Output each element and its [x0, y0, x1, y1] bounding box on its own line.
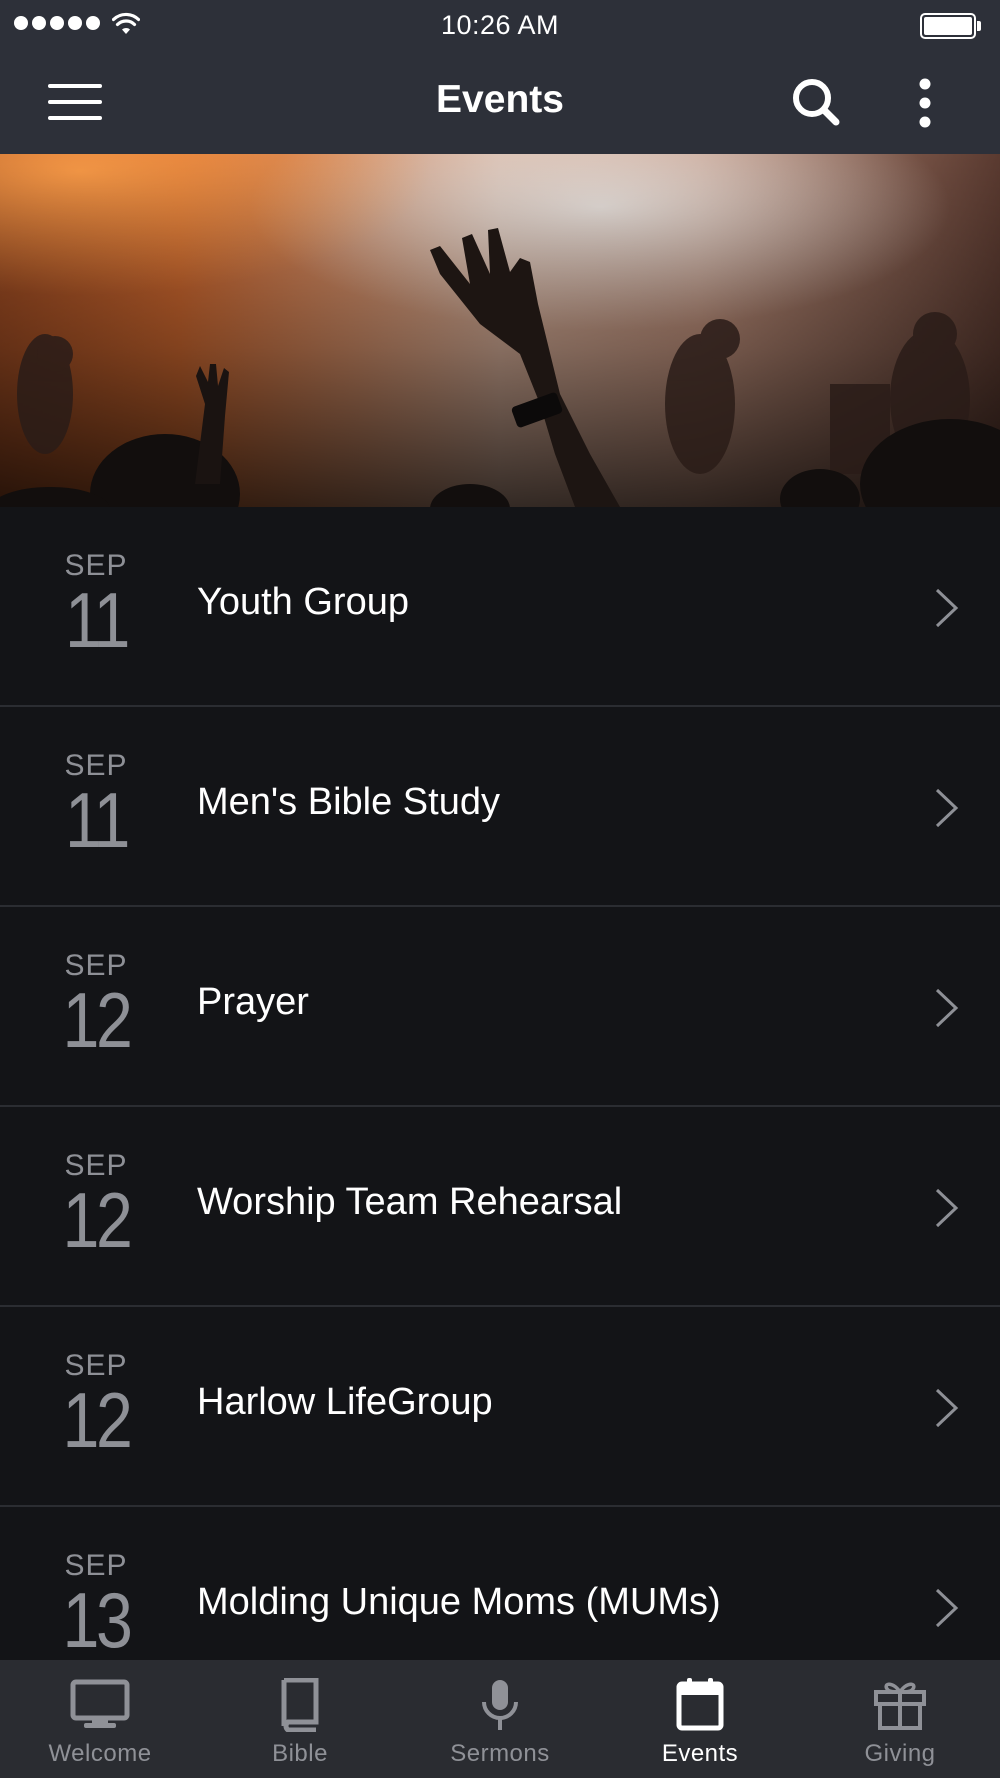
battery-icon — [920, 13, 981, 39]
tab-label: Welcome — [48, 1740, 152, 1767]
event-list-item[interactable]: SEP 12 Worship Team Rehearsal — [0, 1107, 1000, 1307]
monitor-icon — [70, 1679, 130, 1728]
more-options-icon[interactable] — [910, 76, 940, 130]
book-icon — [281, 1678, 319, 1732]
tab-label: Bible — [272, 1740, 328, 1767]
event-title: Worship Team Rehearsal — [197, 1181, 623, 1223]
event-day: 12 — [62, 1176, 133, 1264]
search-icon[interactable] — [790, 76, 842, 128]
chevron-right-icon — [935, 588, 959, 628]
event-day: 13 — [62, 1576, 133, 1664]
tab-giving[interactable]: Giving — [800, 1660, 1000, 1778]
chevron-right-icon — [935, 988, 959, 1028]
events-list: SEP 11 Youth Group SEP 11 Men's Bible St… — [0, 507, 1000, 1707]
tab-label: Giving — [864, 1740, 936, 1767]
event-day: 12 — [62, 1376, 133, 1464]
event-title: Youth Group — [197, 581, 409, 623]
chevron-right-icon — [935, 1588, 959, 1628]
status-bar: 10:26 AM — [0, 0, 1000, 50]
event-day: 11 — [64, 776, 130, 864]
gift-icon — [874, 1682, 926, 1730]
status-time: 10:26 AM — [440, 10, 560, 40]
bottom-tab-bar: Welcome Bible Sermons Events Giving — [0, 1660, 1000, 1778]
chevron-right-icon — [935, 1388, 959, 1428]
tab-label: Events — [661, 1740, 739, 1767]
chevron-right-icon — [935, 1188, 959, 1228]
tab-bible[interactable]: Bible — [200, 1660, 400, 1778]
event-list-item[interactable]: SEP 12 Prayer — [0, 907, 1000, 1107]
event-title: Molding Unique Moms (MUMs) — [197, 1581, 721, 1623]
calendar-icon — [676, 1678, 724, 1731]
page-title: Events — [436, 78, 564, 121]
microphone-icon — [482, 1680, 518, 1730]
event-list-item[interactable]: SEP 11 Men's Bible Study — [0, 707, 1000, 907]
event-title: Men's Bible Study — [197, 781, 500, 823]
event-title: Prayer — [197, 981, 309, 1023]
event-day: 11 — [64, 576, 130, 664]
tab-label: Sermons — [450, 1740, 550, 1767]
hero-image — [0, 154, 1000, 507]
tab-welcome[interactable]: Welcome — [0, 1660, 200, 1778]
chevron-right-icon — [935, 788, 959, 828]
event-list-item[interactable]: SEP 12 Harlow LifeGroup — [0, 1307, 1000, 1507]
app-header: 10:26 AM Events — [0, 0, 1000, 154]
event-title: Harlow LifeGroup — [197, 1381, 493, 1423]
event-list-item[interactable]: SEP 11 Youth Group — [0, 507, 1000, 707]
tab-events[interactable]: Events — [600, 1660, 800, 1778]
tab-sermons[interactable]: Sermons — [400, 1660, 600, 1778]
event-day: 12 — [62, 976, 133, 1064]
